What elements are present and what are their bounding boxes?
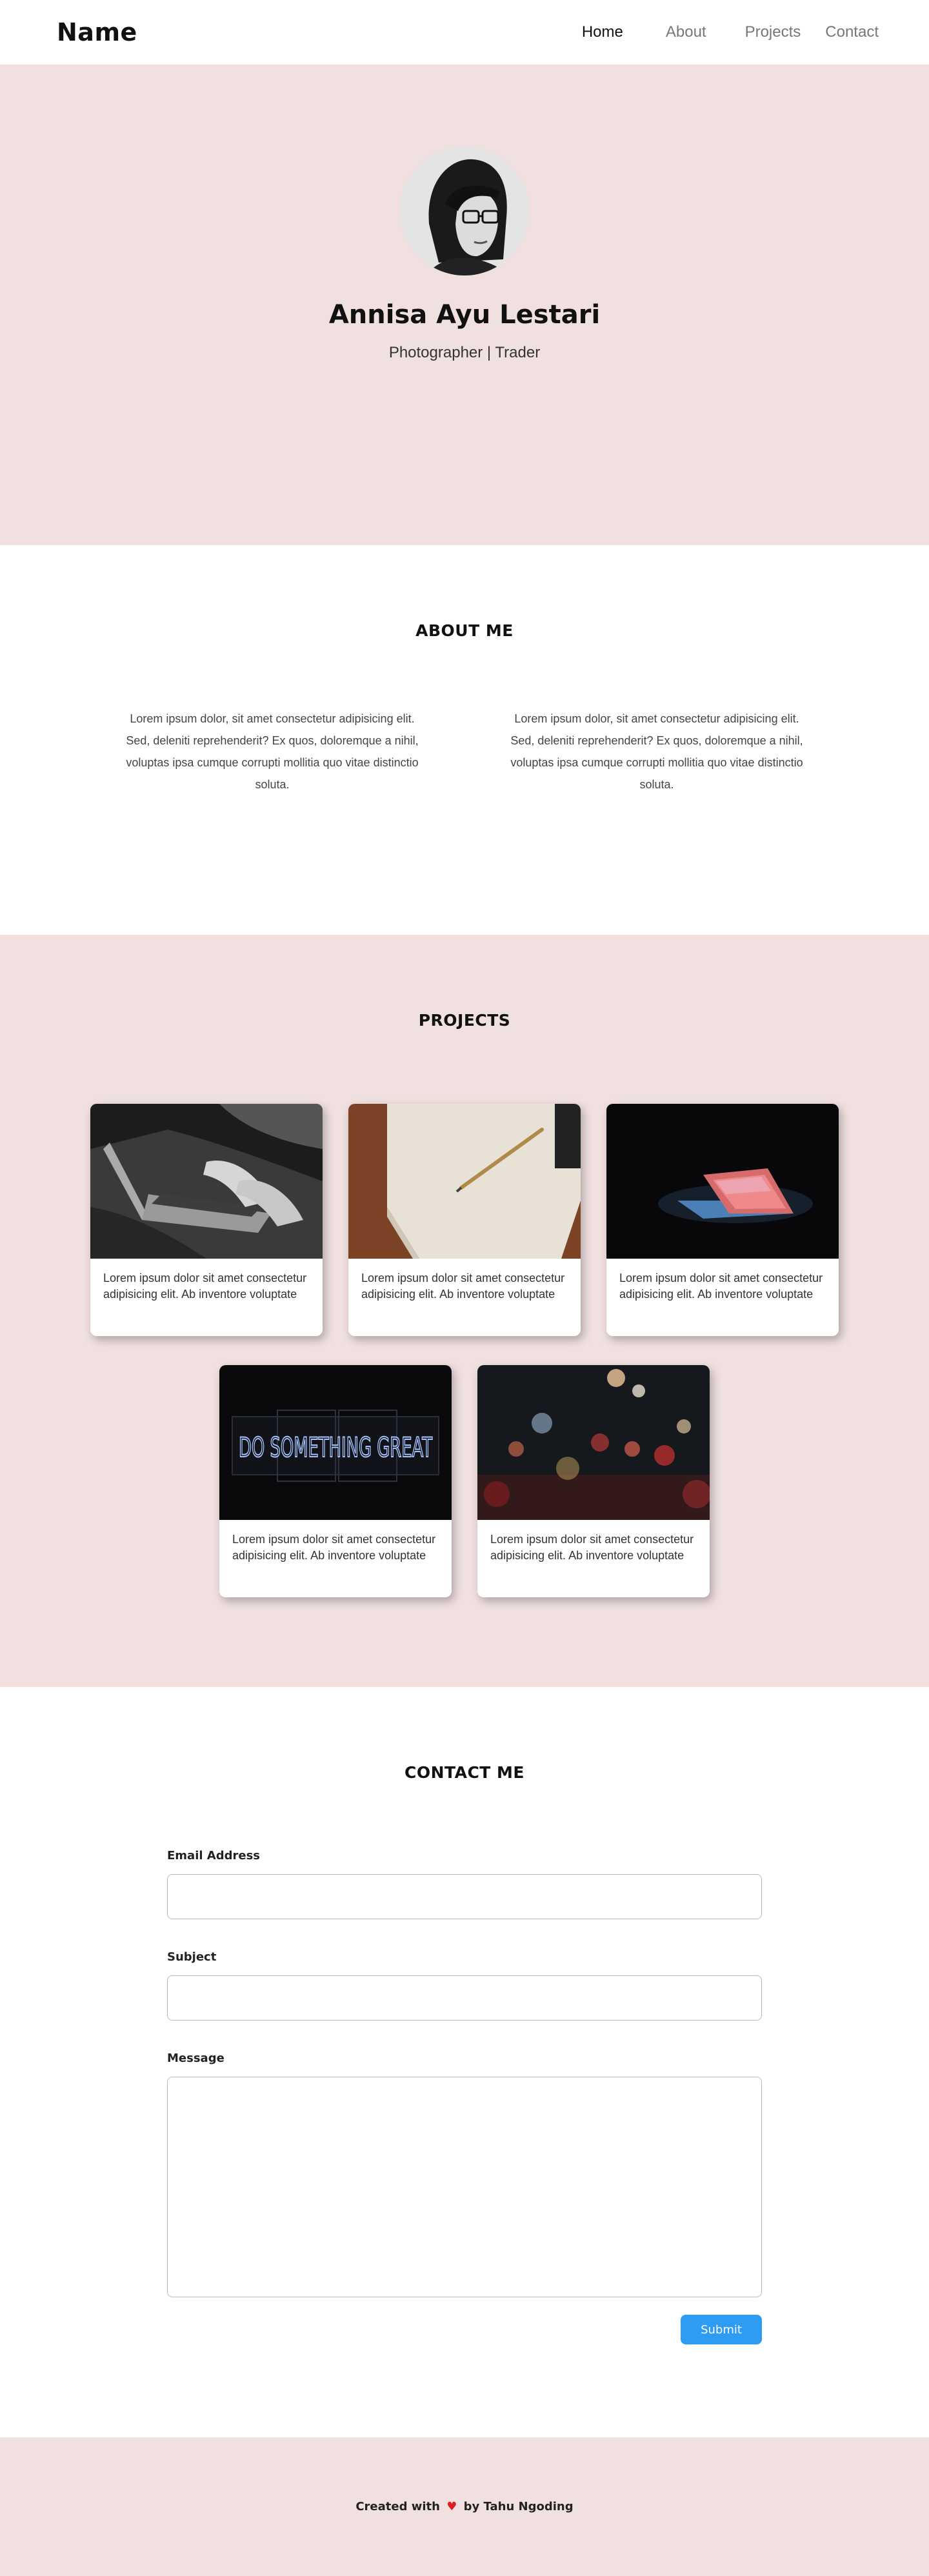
project-card[interactable]: Lorem ipsum dolor sit amet consectetur a… [90,1104,323,1336]
project-description: Lorem ipsum dolor sit amet consectetur a… [361,1272,565,1301]
nav-contact[interactable]: Contact [825,23,879,41]
footer-prefix: Created with [355,2500,440,2513]
hero-name: Annisa Ayu Lestari [328,300,601,330]
about-paragraph: Lorem ipsum dolor, sit amet consectetur … [510,712,803,791]
project-image-city-bokeh [477,1365,710,1520]
about-columns: Lorem ipsum dolor, sit amet consectetur … [0,708,929,795]
footer-suffix: by Tahu Ngoding [463,2500,574,2513]
projects-title: PROJECTS [418,1011,511,1030]
message-label: Message [167,2052,225,2065]
project-image-glowing-laptop [606,1104,839,1259]
avatar [400,146,529,275]
footer-credit: Created with ♥ by Tahu Ngoding [355,2500,573,2513]
projects-section: PROJECTS Lorem ipsum dolor sit amet cons… [0,935,929,1687]
brand-logo[interactable]: Name [57,18,137,46]
about-title: ABOUT ME [415,621,514,640]
subject-label: Subject [167,1950,217,1964]
project-card[interactable]: DO SOMETHING GREAT Lorem ipsum dolor sit… [219,1365,452,1597]
project-image-laptop-typing [90,1104,323,1259]
contact-title: CONTACT ME [404,1763,525,1782]
contact-section: CONTACT ME Email Address Subject Message… [0,1687,929,2437]
nav-projects[interactable]: Projects [745,23,801,41]
email-label: Email Address [167,1849,261,1862]
email-field[interactable] [167,1874,762,1919]
hero-section: Annisa Ayu Lestari Photographer | Trader [0,65,929,545]
project-image-notebook-pen [348,1104,581,1259]
contact-form: Email Address Subject Message Submit [167,1849,762,2344]
neon-sign-text: DO SOMETHING GREAT [239,1432,432,1463]
project-description: Lorem ipsum dolor sit amet consectetur a… [232,1533,436,1562]
hero-role: Photographer | Trader [388,344,541,361]
footer: Created with ♥ by Tahu Ngoding [0,2437,929,2576]
message-field[interactable] [167,2077,762,2297]
about-section: ABOUT ME Lorem ipsum dolor, sit amet con… [0,545,929,935]
project-card[interactable]: Lorem ipsum dolor sit amet consectetur a… [606,1104,839,1336]
project-image-neon-sign: DO SOMETHING GREAT [219,1365,452,1520]
nav-links: Home About Projects Contact [582,23,879,41]
project-description: Lorem ipsum dolor sit amet consectetur a… [619,1272,823,1301]
project-description: Lorem ipsum dolor sit amet consectetur a… [490,1533,694,1562]
project-cards: Lorem ipsum dolor sit amet consectetur a… [58,1104,871,1626]
project-card[interactable]: Lorem ipsum dolor sit amet consectetur a… [348,1104,581,1336]
nav-home[interactable]: Home [582,23,623,41]
about-paragraph: Lorem ipsum dolor, sit amet consectetur … [126,712,419,791]
project-card[interactable]: Lorem ipsum dolor sit amet consectetur a… [477,1365,710,1597]
submit-row: Submit [167,2315,762,2344]
project-description: Lorem ipsum dolor sit amet consectetur a… [103,1272,307,1301]
navbar: Name Home About Projects Contact [0,0,929,65]
heart-icon: ♥ [446,2500,457,2513]
submit-button[interactable]: Submit [681,2315,762,2344]
subject-field[interactable] [167,1975,762,2021]
nav-about[interactable]: About [666,23,706,41]
